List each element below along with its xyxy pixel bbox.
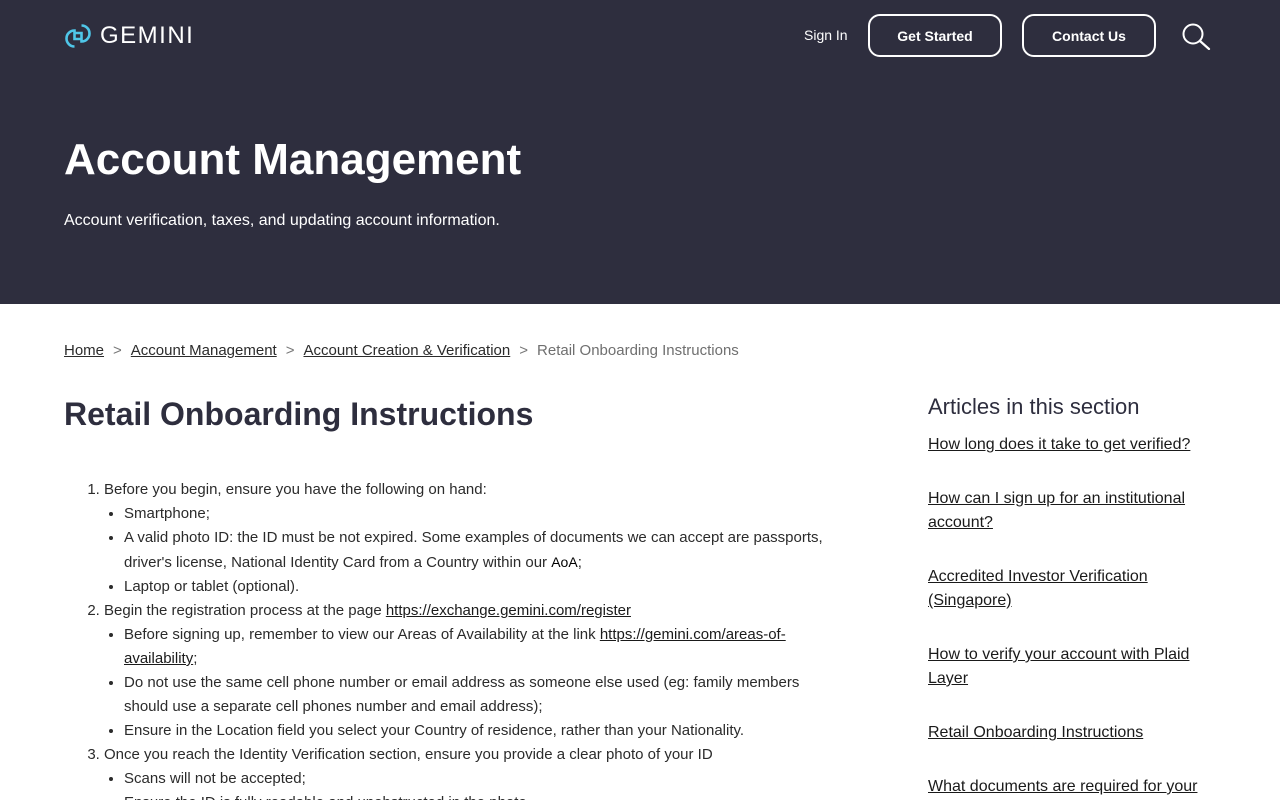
gemini-logo-icon — [65, 24, 91, 48]
list-item: Laptop or tablet (optional). — [124, 575, 824, 599]
bullet-text: A valid photo ID: the ID must be not exp… — [124, 529, 823, 571]
step-1: Before you begin, ensure you have the fo… — [104, 478, 824, 599]
register-link[interactable]: https://exchange.gemini.com/register — [386, 602, 631, 619]
hero-subtitle: Account verification, taxes, and updatin… — [64, 212, 500, 229]
hero-title: Account Management — [64, 135, 522, 184]
contact-us-button[interactable]: Contact Us — [1022, 14, 1156, 57]
step-3-bullets: Scans will not be accepted; Ensure the I… — [104, 767, 824, 800]
article-title: Retail Onboarding Instructions — [64, 396, 534, 432]
list-item: Do not use the same cell phone number or… — [124, 671, 824, 719]
list-item: Retail Onboarding Instructions — [928, 721, 1218, 745]
breadcrumb-separator: > — [519, 342, 529, 359]
search-icon[interactable] — [1181, 22, 1211, 50]
breadcrumb-home[interactable]: Home — [64, 341, 104, 361]
bullet-end: ; — [577, 554, 582, 571]
article-body: Before you begin, ensure you have the fo… — [64, 478, 824, 800]
list-item: How long does it take to get verified? — [928, 433, 1218, 457]
breadcrumb-separator: > — [113, 342, 122, 359]
sidebar-article-link[interactable]: What documents are required for your — [928, 778, 1197, 795]
bullet-end: ; — [193, 650, 198, 667]
step-3: Once you reach the Identity Verification… — [104, 743, 824, 800]
section-articles-sidebar: Articles in this section How long does i… — [928, 394, 1218, 800]
sidebar-article-link[interactable]: How can I sign up for an institutional a… — [928, 490, 1185, 531]
list-item: Ensure the ID is fully readable and unob… — [124, 791, 824, 800]
list-item: Scans will not be accepted; — [124, 767, 824, 791]
sign-in-link[interactable]: Sign In — [804, 26, 848, 44]
sidebar-article-link-current[interactable]: Retail Onboarding Instructions — [928, 724, 1143, 741]
sidebar-article-link[interactable]: How long does it take to get verified? — [928, 436, 1190, 453]
sidebar-title: Articles in this section — [928, 394, 1140, 419]
list-item: Smartphone; — [124, 502, 824, 526]
aoa-abbreviation[interactable]: AoA — [551, 554, 577, 570]
breadcrumb: Home > Account Management > Account Crea… — [64, 341, 739, 361]
breadcrumb-account-creation[interactable]: Account Creation & Verification — [303, 341, 510, 361]
step-2: Begin the registration process at the pa… — [104, 599, 824, 743]
list-item: How can I sign up for an institutional a… — [928, 487, 1218, 535]
step-3-text: Once you reach the Identity Verification… — [104, 746, 713, 763]
step-1-text: Before you begin, ensure you have the fo… — [104, 481, 487, 498]
sidebar-article-list: How long does it take to get verified? H… — [928, 433, 1218, 799]
gemini-logo[interactable]: GEMINI — [64, 22, 194, 50]
step-2-bullets: Before signing up, remember to view our … — [104, 623, 824, 743]
hero-header: GEMINI Sign In Get Started Contact Us Ac… — [0, 0, 1280, 304]
step-1-bullets: Smartphone; A valid photo ID: the ID mus… — [104, 502, 824, 599]
list-item: Before signing up, remember to view our … — [124, 623, 824, 671]
list-item: How to verify your account with Plaid La… — [928, 643, 1218, 691]
sidebar-article-link[interactable]: How to verify your account with Plaid La… — [928, 646, 1189, 687]
get-started-button[interactable]: Get Started — [868, 14, 1002, 57]
list-item: A valid photo ID: the ID must be not exp… — [124, 526, 824, 575]
step-2-text: Begin the registration process at the pa… — [104, 602, 386, 619]
list-item: Accredited Investor Verification (Singap… — [928, 565, 1218, 613]
breadcrumb-current: Retail Onboarding Instructions — [537, 342, 739, 359]
list-item: What documents are required for your — [928, 775, 1218, 799]
breadcrumb-account-management[interactable]: Account Management — [131, 341, 277, 361]
logo-text: GEMINI — [100, 22, 195, 49]
breadcrumb-separator: > — [285, 342, 295, 359]
list-item: Ensure in the Location field you select … — [124, 719, 824, 743]
sidebar-article-link[interactable]: Accredited Investor Verification (Singap… — [928, 568, 1148, 609]
steps-list: Before you begin, ensure you have the fo… — [64, 478, 824, 800]
bullet-text: Before signing up, remember to view our … — [124, 626, 600, 643]
